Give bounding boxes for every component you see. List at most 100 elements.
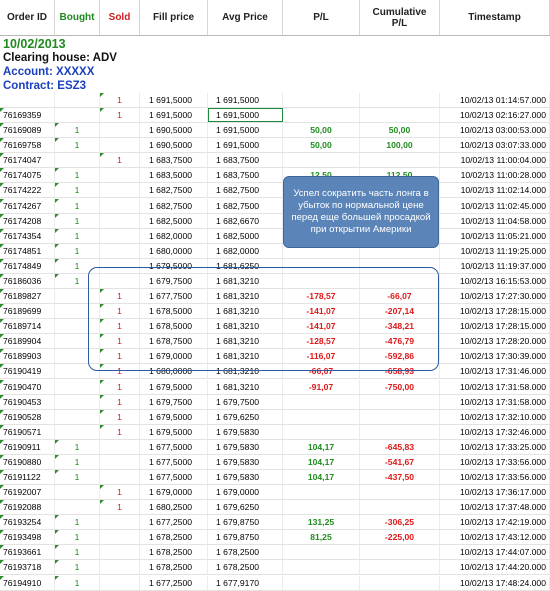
fill-price-cell[interactable]: 1 677,2500 [140,515,208,530]
bought-cell[interactable]: 1 [55,213,100,228]
pl-cell[interactable] [283,500,360,515]
bought-cell[interactable] [55,304,100,319]
avg-price-cell[interactable]: 1 682,0000 [208,243,283,258]
col-header-bought[interactable]: Bought [55,0,100,35]
avg-price-cell[interactable]: 1 678,2500 [208,560,283,575]
avg-price-cell[interactable]: 1 679,0000 [208,485,283,500]
cumulative-pl-cell[interactable]: -437,50 [360,470,440,484]
sold-cell[interactable]: 1 [100,424,140,439]
timestamp-cell[interactable]: 10/02/13 02:16:27.000 [440,108,550,123]
bought-cell[interactable]: 1 [55,545,100,560]
timestamp-cell[interactable]: 10/02/13 17:44:20.000 [440,560,550,575]
sold-cell[interactable] [100,213,140,228]
timestamp-cell[interactable]: 10/02/13 17:33:25.000 [440,439,550,454]
order-id-cell[interactable]: 76190571 [0,424,55,439]
sold-cell[interactable] [100,515,140,530]
cumulative-pl-cell[interactable]: -207,14 [360,304,440,319]
fill-price-cell[interactable]: 1 691,5000 [140,108,208,123]
pl-cell[interactable]: -116,07 [283,349,360,364]
fill-price-cell[interactable]: 1 679,5000 [140,258,208,273]
timestamp-cell[interactable]: 10/02/13 17:33:56.000 [440,470,550,484]
timestamp-cell[interactable]: 10/02/13 17:42:19.000 [440,515,550,530]
order-id-cell[interactable]: 76169089 [0,123,55,138]
avg-price-cell[interactable]: 1 682,6670 [208,213,283,228]
bought-cell[interactable] [55,93,100,107]
pl-cell[interactable]: -91,07 [283,379,360,394]
bought-cell[interactable] [55,424,100,439]
avg-price-cell[interactable]: 1 691,5000 [208,108,283,123]
timestamp-cell[interactable]: 10/02/13 17:44:07.000 [440,545,550,560]
fill-price-cell[interactable]: 1 679,5000 [140,409,208,424]
order-id-cell[interactable]: 76174851 [0,243,55,258]
cumulative-pl-cell[interactable]: 100,00 [360,138,440,153]
fill-price-cell[interactable]: 1 682,7500 [140,198,208,213]
fill-price-cell[interactable]: 1 679,0000 [140,349,208,364]
sold-cell[interactable] [100,183,140,198]
sold-cell[interactable]: 1 [100,153,140,168]
timestamp-cell[interactable]: 10/02/13 11:00:04.000 [440,153,550,168]
pl-cell[interactable]: 50,00 [283,138,360,153]
order-id-cell[interactable]: 76186036 [0,273,55,288]
col-header-pl[interactable]: P/L [283,0,360,35]
order-id-cell[interactable]: 76190880 [0,454,55,469]
fill-price-cell[interactable]: 1 682,0000 [140,228,208,243]
order-id-cell[interactable]: 76189827 [0,289,55,304]
sold-cell[interactable]: 1 [100,364,140,379]
avg-price-cell[interactable]: 1 683,7500 [208,168,283,183]
timestamp-cell[interactable]: 10/02/13 17:32:46.000 [440,424,550,439]
avg-price-cell[interactable]: 1 679,6250 [208,409,283,424]
order-id-cell[interactable]: 76189903 [0,349,55,364]
avg-price-cell[interactable]: 1 681,3210 [208,304,283,319]
pl-cell[interactable]: 104,17 [283,470,360,484]
sold-cell[interactable] [100,138,140,153]
bought-cell[interactable]: 1 [55,560,100,575]
bought-cell[interactable] [55,349,100,364]
bought-cell[interactable]: 1 [55,454,100,469]
cumulative-pl-cell[interactable] [360,500,440,515]
fill-price-cell[interactable]: 1 678,2500 [140,560,208,575]
pl-cell[interactable]: -128,57 [283,334,360,349]
fill-price-cell[interactable]: 1 691,5000 [140,93,208,107]
sold-cell[interactable]: 1 [100,304,140,319]
timestamp-cell[interactable]: 10/02/13 01:14:57.000 [440,93,550,107]
cumulative-pl-cell[interactable] [360,424,440,439]
pl-cell[interactable] [283,545,360,560]
fill-price-cell[interactable]: 1 682,7500 [140,183,208,198]
bought-cell[interactable] [55,379,100,394]
order-id-cell[interactable]: 76193254 [0,515,55,530]
timestamp-cell[interactable]: 10/02/13 17:48:24.000 [440,575,550,590]
fill-price-cell[interactable]: 1 682,5000 [140,213,208,228]
col-header-fill-price[interactable]: Fill price [140,0,208,35]
pl-cell[interactable]: -66,07 [283,364,360,379]
bought-cell[interactable]: 1 [55,138,100,153]
order-id-cell[interactable]: 76193498 [0,530,55,545]
cumulative-pl-cell[interactable]: 50,00 [360,123,440,138]
sold-cell[interactable]: 1 [100,108,140,123]
cumulative-pl-cell[interactable] [360,409,440,424]
sold-cell[interactable]: 1 [100,500,140,515]
bought-cell[interactable] [55,394,100,409]
avg-price-cell[interactable]: 1 679,6250 [208,500,283,515]
timestamp-cell[interactable]: 10/02/13 17:32:10.000 [440,409,550,424]
fill-price-cell[interactable]: 1 679,5000 [140,379,208,394]
col-header-order-id[interactable]: Order ID [0,0,55,35]
order-id-cell[interactable]: 76192088 [0,500,55,515]
avg-price-cell[interactable]: 1 682,7500 [208,198,283,213]
timestamp-cell[interactable]: 10/02/13 17:27:30.000 [440,289,550,304]
sold-cell[interactable]: 1 [100,93,140,107]
avg-price-cell[interactable]: 1 679,5830 [208,454,283,469]
sold-cell[interactable]: 1 [100,334,140,349]
col-header-avg-price[interactable]: Avg Price [208,0,283,35]
pl-cell[interactable]: 104,17 [283,454,360,469]
cumulative-pl-cell[interactable]: -645,83 [360,439,440,454]
bought-cell[interactable] [55,364,100,379]
order-id-cell[interactable]: 76169758 [0,138,55,153]
cumulative-pl-cell[interactable] [360,575,440,590]
bought-cell[interactable]: 1 [55,470,100,484]
order-id-cell[interactable]: 76174222 [0,183,55,198]
cumulative-pl-cell[interactable]: -348,21 [360,319,440,334]
sold-cell[interactable] [100,168,140,183]
order-id-cell[interactable]: 76174047 [0,153,55,168]
bought-cell[interactable]: 1 [55,198,100,213]
pl-cell[interactable]: 131,25 [283,515,360,530]
